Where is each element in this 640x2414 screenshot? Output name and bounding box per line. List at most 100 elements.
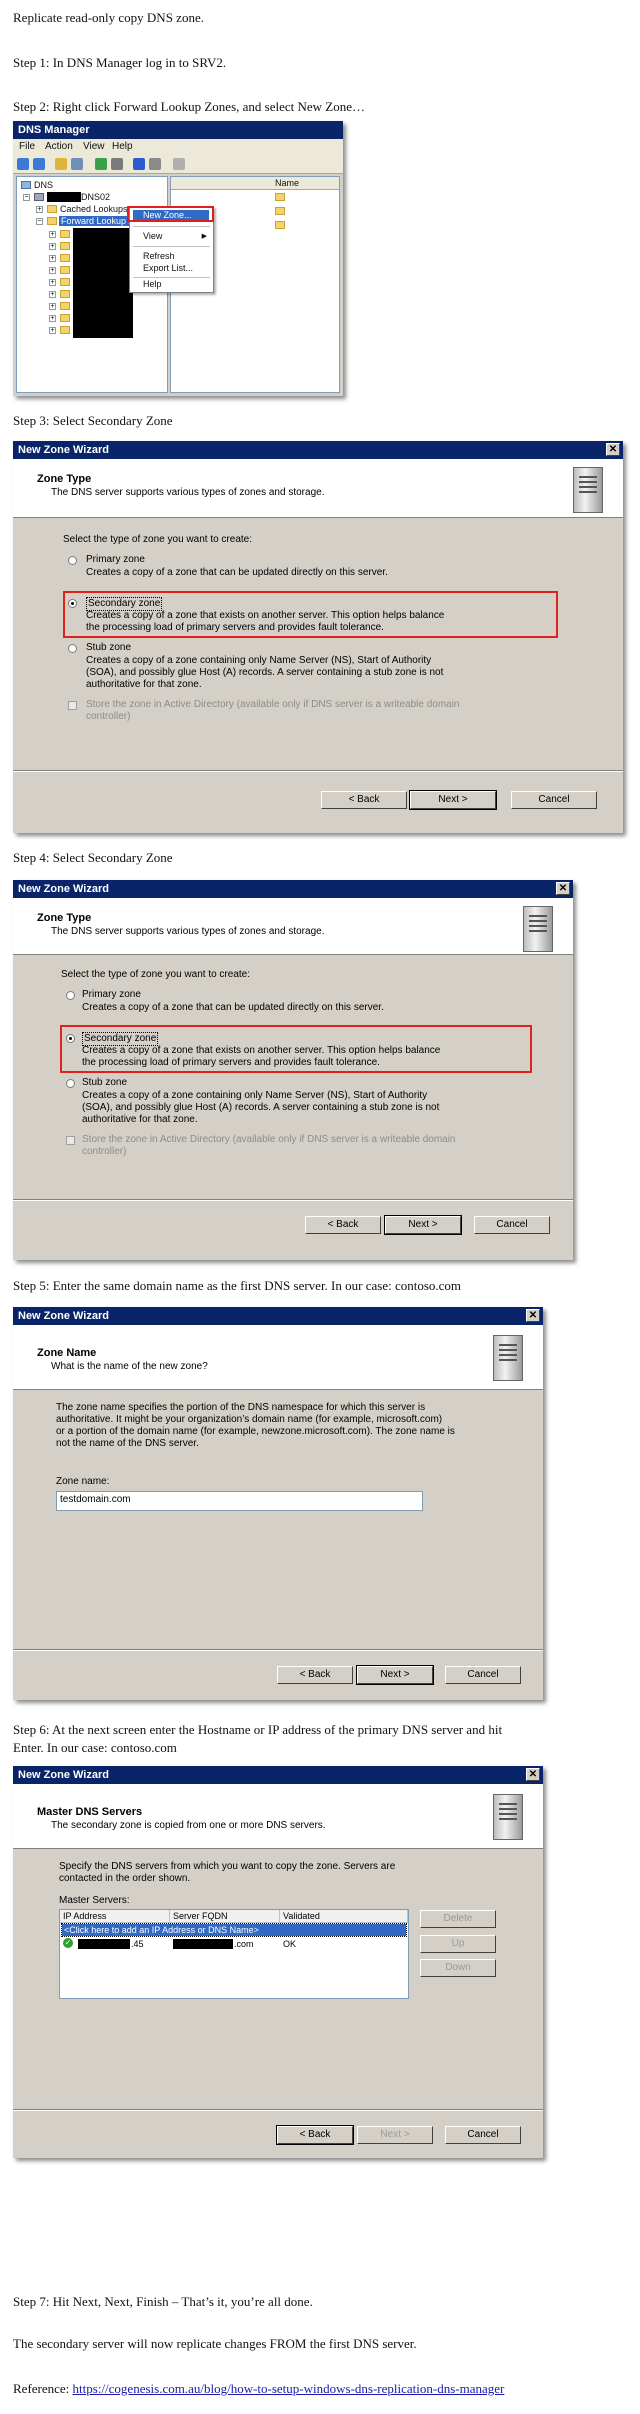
- back-button[interactable]: < Back: [305, 1216, 381, 1234]
- stub-zone-label[interactable]: Stub zone: [82, 1077, 127, 1089]
- tree-cached-lookups[interactable]: Cached Lookups: [60, 204, 128, 214]
- server-icon: [523, 906, 553, 952]
- forward-arrow-icon[interactable]: [33, 158, 45, 170]
- primary-zone-desc: Creates a copy of a zone that can be upd…: [86, 567, 388, 578]
- submenu-arrow-icon: ▶: [201, 233, 207, 240]
- tree-server[interactable]: DNS02: [81, 192, 110, 202]
- button-separator: [13, 1649, 543, 1651]
- highlight-box: [127, 206, 214, 222]
- properties-icon[interactable]: [149, 158, 161, 170]
- export-icon[interactable]: [111, 158, 123, 170]
- primary-zone-label[interactable]: Primary zone: [86, 554, 145, 566]
- zone-folder-icon: [60, 254, 70, 262]
- store-in-ad-checkbox[interactable]: [66, 1136, 75, 1145]
- close-icon[interactable]: ✕: [606, 443, 620, 456]
- column-validated[interactable]: Validated: [280, 1910, 408, 1923]
- stub-zone-radio[interactable]: [68, 644, 77, 653]
- step-6-text-1: Step 6: At the next screen enter the Hos…: [13, 1722, 503, 1737]
- next-button[interactable]: Next >: [357, 2126, 433, 2144]
- zone-name-wizard: New Zone Wizard ✕ Zone Name What is the …: [13, 1307, 543, 1700]
- zone-item-icon: [275, 221, 285, 229]
- stub-zone-desc-2: (SOA), and possibly glue Host (A) record…: [86, 667, 444, 678]
- expand-icon[interactable]: +: [49, 291, 56, 298]
- redacted-fqdn: [173, 1939, 233, 1949]
- master-dns-wizard: New Zone Wizard ✕ Master DNS Servers The…: [13, 1766, 543, 2158]
- collapse-icon[interactable]: −: [36, 218, 43, 225]
- wizard-header: Zone Name What is the name of the new zo…: [13, 1325, 543, 1390]
- server-icon: [493, 1335, 523, 1381]
- tree-root-dns[interactable]: DNS: [34, 180, 53, 190]
- expand-icon[interactable]: +: [36, 206, 43, 213]
- wizard-header-subtitle: The secondary zone is copied from one or…: [51, 1820, 326, 1831]
- reference-link[interactable]: https://cogenesis.com.au/blog/how-to-set…: [73, 2381, 505, 2396]
- expand-icon[interactable]: +: [49, 231, 56, 238]
- menu-item-refresh[interactable]: Refresh: [143, 251, 175, 262]
- menu-view[interactable]: View: [83, 139, 105, 155]
- back-arrow-icon[interactable]: [17, 158, 29, 170]
- collapse-icon[interactable]: −: [23, 194, 30, 201]
- stub-zone-label[interactable]: Stub zone: [86, 642, 131, 654]
- wizard-header-title: Zone Type: [37, 912, 92, 924]
- cancel-button[interactable]: Cancel: [511, 791, 597, 809]
- primary-zone-radio[interactable]: [68, 556, 77, 565]
- back-button[interactable]: < Back: [277, 1666, 353, 1684]
- server-icon: [493, 1794, 523, 1840]
- closing-text: The secondary server will now replicate …: [13, 2336, 417, 2351]
- wizard-header-subtitle: The DNS server supports various types of…: [51, 487, 325, 498]
- zone-type-prompt: Select the type of zone you want to crea…: [63, 534, 253, 545]
- menu-item-help[interactable]: Help: [143, 279, 162, 290]
- folder-open-icon: [47, 217, 57, 225]
- stub-zone-radio[interactable]: [66, 1079, 75, 1088]
- wizard-header: Master DNS Servers The secondary zone is…: [13, 1784, 543, 1849]
- cancel-button[interactable]: Cancel: [474, 1216, 550, 1234]
- menu-help[interactable]: Help: [112, 139, 133, 155]
- up-folder-icon[interactable]: [55, 158, 67, 170]
- cancel-button[interactable]: Cancel: [445, 2126, 521, 2144]
- column-header-name[interactable]: Name: [171, 177, 339, 190]
- step-6-text-2: Enter. In our case: contoso.com: [13, 1740, 177, 1755]
- wizard-header-title: Zone Type: [37, 473, 92, 485]
- close-icon[interactable]: ✕: [526, 1309, 540, 1322]
- server-icon[interactable]: [173, 158, 185, 170]
- intro-text: Replicate read-only copy DNS zone.: [13, 10, 204, 25]
- down-button[interactable]: Down: [420, 1959, 496, 1977]
- menu-action[interactable]: Action: [45, 139, 73, 155]
- cancel-button[interactable]: Cancel: [445, 1666, 521, 1684]
- menu-item-export-list[interactable]: Export List...: [143, 263, 193, 274]
- wizard-header: Zone Type The DNS server supports variou…: [13, 898, 573, 955]
- next-button[interactable]: Next >: [384, 1215, 462, 1235]
- primary-zone-label[interactable]: Primary zone: [82, 989, 141, 1001]
- menu-item-view[interactable]: View: [143, 231, 162, 242]
- close-icon[interactable]: ✕: [556, 882, 570, 895]
- column-server-fqdn[interactable]: Server FQDN: [170, 1910, 280, 1923]
- primary-zone-radio[interactable]: [66, 991, 75, 1000]
- step-7-text: Step 7: Hit Next, Next, Finish – That’s …: [13, 2294, 313, 2309]
- expand-icon[interactable]: +: [49, 315, 56, 322]
- add-server-row[interactable]: <Click here to add an IP Address or DNS …: [61, 1923, 407, 1937]
- up-button[interactable]: Up: [420, 1935, 496, 1953]
- expand-icon[interactable]: +: [49, 267, 56, 274]
- show-tree-icon[interactable]: [71, 158, 83, 170]
- expand-icon[interactable]: +: [49, 255, 56, 262]
- master-servers-list[interactable]: IP Address Server FQDN Validated <Click …: [59, 1909, 409, 1999]
- zone-name-desc-4: not the name of the DNS server.: [56, 1438, 199, 1449]
- back-button[interactable]: < Back: [321, 791, 407, 809]
- expand-icon[interactable]: +: [49, 327, 56, 334]
- zone-name-input[interactable]: testdomain.com: [56, 1491, 423, 1511]
- expand-icon[interactable]: +: [49, 303, 56, 310]
- close-icon[interactable]: ✕: [526, 1768, 540, 1781]
- wizard-header-subtitle: The DNS server supports various types of…: [51, 926, 325, 937]
- menu-file[interactable]: File: [19, 139, 35, 155]
- expand-icon[interactable]: +: [49, 279, 56, 286]
- column-ip-address[interactable]: IP Address: [60, 1910, 170, 1923]
- next-button[interactable]: Next >: [409, 790, 497, 810]
- back-button[interactable]: < Back: [276, 2125, 354, 2145]
- refresh-icon[interactable]: [95, 158, 107, 170]
- store-in-ad-checkbox[interactable]: [68, 701, 77, 710]
- next-button[interactable]: Next >: [356, 1665, 434, 1685]
- master-desc-1: Specify the DNS servers from which you w…: [59, 1861, 396, 1872]
- server-fqdn-suffix: .com: [234, 1939, 254, 1949]
- expand-icon[interactable]: +: [49, 243, 56, 250]
- help-icon[interactable]: [133, 158, 145, 170]
- delete-button[interactable]: Delete: [420, 1910, 496, 1928]
